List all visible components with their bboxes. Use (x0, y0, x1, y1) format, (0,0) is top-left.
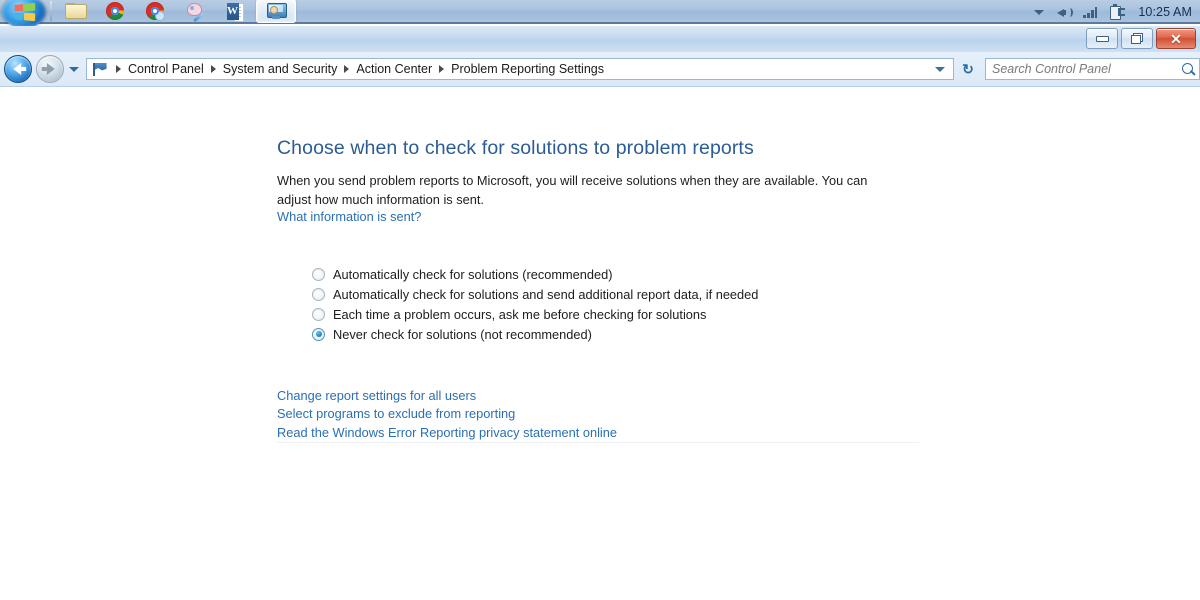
recent-pages-chevron-down-icon[interactable] (69, 67, 79, 72)
related-links: Change report settings for all users Sel… (277, 387, 617, 442)
minimize-icon (1096, 36, 1109, 42)
magnifier-icon (1182, 63, 1195, 76)
show-hidden-icons-button[interactable] (1034, 10, 1044, 15)
network-button[interactable] (1083, 6, 1097, 18)
clock[interactable]: 10:25 AM (1138, 5, 1194, 19)
radio-label: Never check for solutions (not recommend… (333, 327, 592, 342)
taskbar: W 10:25 AM (0, 0, 1200, 24)
back-button[interactable] (4, 55, 32, 83)
taskbar-item-google-chrome[interactable] (96, 0, 134, 22)
window-controls: ✕ (1086, 28, 1196, 49)
privacy-statement-link[interactable]: Read the Windows Error Reporting privacy… (277, 424, 617, 442)
taskbar-items: W (56, 0, 298, 23)
signal-bars-icon (1083, 6, 1097, 18)
radio-button[interactable] (312, 308, 325, 321)
forward-button[interactable] (36, 55, 64, 83)
chevron-down-icon (1034, 10, 1044, 15)
breadcrumb-item-problem-reporting-settings[interactable]: Problem Reporting Settings (448, 59, 607, 79)
breadcrumb-item-action-center[interactable]: Action Center (353, 59, 435, 79)
refresh-button[interactable]: ↻ (957, 58, 979, 80)
breadcrumb-separator-icon (116, 65, 121, 73)
control-panel-window: ✕ Control Panel System and Security Acti… (0, 26, 1200, 600)
radio-option-automatic-additional-data[interactable]: Automatically check for solutions and se… (312, 284, 758, 304)
radio-option-automatic-recommended[interactable]: Automatically check for solutions (recom… (312, 264, 758, 284)
minimize-button[interactable] (1086, 28, 1118, 49)
close-button[interactable]: ✕ (1156, 28, 1196, 49)
breadcrumb[interactable]: Control Panel System and Security Action… (86, 58, 954, 80)
chrome-canary-icon (146, 2, 164, 20)
breadcrumb-item-control-panel[interactable]: Control Panel (125, 59, 207, 79)
what-information-is-sent-link[interactable]: What information is sent? (277, 209, 421, 224)
taskbar-divider (50, 1, 52, 21)
chrome-icon (106, 2, 124, 20)
word-icon: W (227, 3, 244, 20)
radio-button-selected[interactable] (312, 328, 325, 341)
remote-desktop-icon (267, 3, 285, 19)
intro-paragraph: When you send problem reports to Microso… (277, 172, 902, 209)
solution-check-radio-group: Automatically check for solutions (recom… (312, 264, 758, 344)
windows-logo-icon (15, 3, 36, 21)
content-area: Choose when to check for solutions to pr… (0, 87, 1200, 600)
word-icon-letter: W (227, 3, 239, 20)
system-tray: 10:25 AM (1034, 0, 1194, 24)
radio-label: Automatically check for solutions and se… (333, 287, 758, 302)
window-titlebar: ✕ (0, 26, 1200, 53)
speaker-icon (1057, 6, 1070, 19)
radio-label: Each time a problem occurs, ask me befor… (333, 307, 706, 322)
breadcrumb-chevron-down-icon[interactable] (935, 67, 945, 72)
page-title: Choose when to check for solutions to pr… (277, 137, 754, 160)
search-input[interactable] (990, 59, 1180, 79)
start-orb-button[interactable] (2, 0, 46, 28)
radio-button[interactable] (312, 268, 325, 281)
folder-icon (65, 3, 85, 19)
taskbar-item-file-explorer[interactable] (56, 0, 94, 22)
taskbar-item-microsoft-word[interactable]: W (216, 0, 254, 22)
paint-palette-icon (186, 3, 204, 19)
radio-option-never-check[interactable]: Never check for solutions (not recommend… (312, 324, 758, 344)
radio-button[interactable] (312, 288, 325, 301)
taskbar-item-google-chrome-canary[interactable] (136, 0, 174, 22)
radio-option-ask-each-time[interactable]: Each time a problem occurs, ask me befor… (312, 304, 758, 324)
restore-icon (1131, 33, 1143, 44)
breadcrumb-separator-icon (439, 65, 444, 73)
change-report-settings-link[interactable]: Change report settings for all users (277, 387, 617, 405)
volume-button[interactable] (1057, 6, 1070, 19)
breadcrumb-separator-icon (344, 65, 349, 73)
content-divider (277, 442, 919, 443)
taskbar-item-remote-assistance[interactable] (256, 0, 296, 23)
battery-button[interactable] (1110, 5, 1125, 19)
control-panel-flag-icon (93, 63, 108, 76)
search-box[interactable] (985, 58, 1200, 80)
forward-arrow-icon (47, 63, 55, 75)
breadcrumb-separator-icon (211, 65, 216, 73)
back-arrow-icon (13, 63, 21, 75)
radio-label: Automatically check for solutions (recom… (333, 267, 613, 282)
restore-button[interactable] (1121, 28, 1153, 49)
battery-charging-icon (1110, 5, 1125, 19)
select-programs-to-exclude-link[interactable]: Select programs to exclude from reportin… (277, 405, 617, 423)
taskbar-item-paint[interactable] (176, 0, 214, 22)
breadcrumb-item-system-and-security[interactable]: System and Security (220, 59, 341, 79)
address-bar: Control Panel System and Security Action… (0, 52, 1200, 87)
